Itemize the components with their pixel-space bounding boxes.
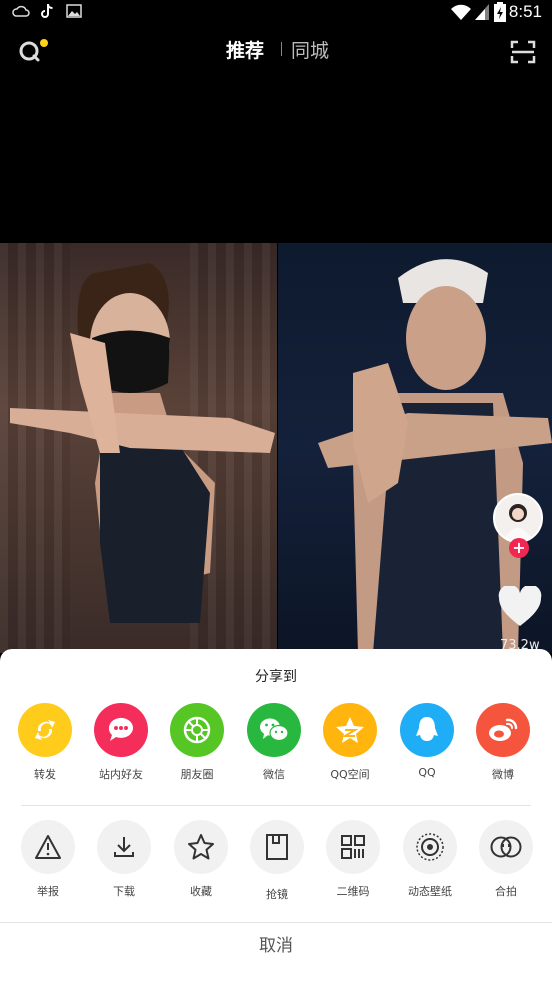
status-time: 8:51 <box>508 2 542 21</box>
wechat-icon <box>247 703 301 757</box>
signal-icon <box>475 4 489 20</box>
tab-nearby[interactable]: 同城 <box>291 36 329 63</box>
share-wechat[interactable]: 微信 <box>236 703 312 782</box>
tab-recommend[interactable]: 推荐 <box>226 36 264 63</box>
cloud-icon <box>12 5 30 17</box>
download-icon <box>97 820 151 874</box>
action-favorite-label: 收藏 <box>190 885 212 898</box>
action-report-label: 举报 <box>37 885 59 898</box>
action-favorite[interactable]: 收藏 <box>163 820 239 899</box>
share-qq-label: QQ <box>418 766 436 779</box>
action-wallpaper[interactable]: 动态壁纸 <box>392 820 468 899</box>
tiktok-icon <box>41 3 53 18</box>
action-qrcode[interactable]: 二维码 <box>315 820 391 899</box>
share-friends-label: 站内好友 <box>99 768 143 781</box>
share-moments-label: 朋友圈 <box>180 768 214 781</box>
share-sheet-title: 分享到 <box>255 669 297 685</box>
video-left-panel <box>0 243 277 653</box>
cancel-divider <box>0 922 552 923</box>
share-qzone[interactable]: QQ空间 <box>312 703 388 782</box>
share-weibo-label: 微博 <box>492 768 514 781</box>
action-frame-label: 抢镜 <box>266 888 288 901</box>
tab-divider <box>281 42 282 56</box>
scan-button[interactable] <box>510 40 536 64</box>
notification-dot <box>40 39 48 47</box>
chat-icon <box>94 703 148 757</box>
cancel-button[interactable]: 取消 <box>0 931 552 956</box>
share-wechat-label: 微信 <box>263 768 285 781</box>
share-qzone-label: QQ空间 <box>330 768 370 781</box>
warning-icon <box>21 820 75 874</box>
creator-avatar[interactable] <box>493 493 543 543</box>
qq-icon <box>400 703 454 757</box>
action-duet[interactable]: 合拍 <box>468 820 544 899</box>
follow-button[interactable]: + <box>509 538 529 558</box>
qrcode-icon <box>326 820 380 874</box>
action-download[interactable]: 下载 <box>86 820 162 899</box>
duet-icon <box>479 820 533 874</box>
image-icon <box>66 4 82 18</box>
frame-icon <box>250 820 304 874</box>
action-duet-label: 合拍 <box>495 885 517 898</box>
search-icon <box>19 39 48 62</box>
status-bar: 8:51 <box>0 0 552 26</box>
repost-icon <box>18 703 72 757</box>
share-friends[interactable]: 站内好友 <box>83 703 159 782</box>
wifi-icon <box>451 4 471 20</box>
search-button[interactable] <box>18 38 50 64</box>
scan-icon <box>510 40 536 64</box>
top-nav: 推荐 同城 <box>0 26 552 74</box>
dancer-left-figure <box>10 263 275 623</box>
avatar-image <box>503 504 533 541</box>
action-download-label: 下载 <box>113 885 135 898</box>
video-player[interactable] <box>0 243 552 653</box>
share-repost[interactable]: 转发 <box>7 703 83 782</box>
star-icon <box>174 820 228 874</box>
share-divider <box>21 805 531 806</box>
heart-icon <box>498 584 542 626</box>
action-wallpaper-label: 动态壁纸 <box>408 885 452 898</box>
share-sheet: 分享到 转发 站内好友 朋友圈 微信 QQ空间 QQ 微博 举报 下载 收藏 抢… <box>0 649 552 984</box>
qzone-icon <box>323 703 377 757</box>
share-qq[interactable]: QQ <box>389 703 465 779</box>
action-report[interactable]: 举报 <box>10 820 86 899</box>
moments-icon <box>170 703 224 757</box>
share-repost-label: 转发 <box>34 768 56 781</box>
share-weibo[interactable]: 微博 <box>465 703 541 782</box>
battery-icon <box>494 2 506 22</box>
share-moments[interactable]: 朋友圈 <box>159 703 235 782</box>
action-qrcode-label: 二维码 <box>336 885 370 898</box>
like-button[interactable] <box>497 584 543 628</box>
action-frame[interactable]: 抢镜 <box>239 820 315 902</box>
weibo-icon <box>476 703 530 757</box>
wallpaper-icon <box>403 820 457 874</box>
